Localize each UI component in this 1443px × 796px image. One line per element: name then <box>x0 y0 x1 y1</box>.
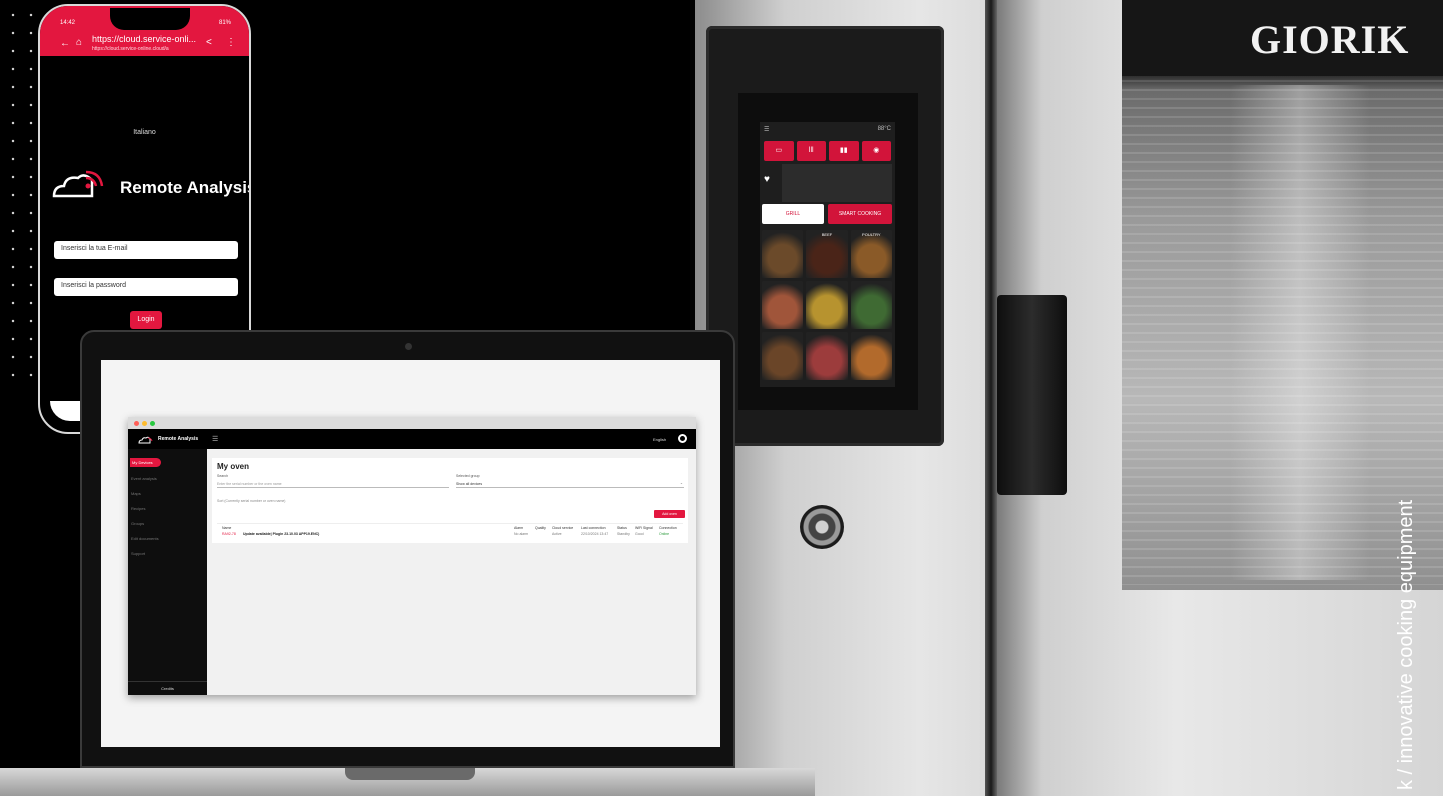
col-connection: Connection <box>659 526 677 530</box>
add-oven-button[interactable]: Add oven <box>654 510 685 518</box>
oven-connection: Online <box>659 532 670 536</box>
oven-tab-clock[interactable]: ◉ <box>861 141 891 161</box>
sidebar-credits[interactable]: Credits <box>128 681 207 695</box>
col-cloud-service: Cloud service <box>552 526 574 530</box>
oven-favourites-area <box>782 164 892 202</box>
sidebar-item-groups[interactable]: Groups <box>131 521 144 526</box>
oven-food-tile[interactable] <box>806 332 848 380</box>
oven-tab-steam[interactable]: lll <box>796 141 826 161</box>
app-topbar: Remote Analysis ☰ English <box>128 429 696 449</box>
phone-url-sub: https://cloud.service-online.cloud/a <box>92 46 169 52</box>
oven-serial[interactable]: RA92-78 <box>222 532 236 536</box>
oven-wifi-signal: Good <box>635 532 644 536</box>
oven-grill-button[interactable]: GRILL <box>762 204 824 224</box>
col-status: Status <box>617 526 627 530</box>
oven-alarm: No alarm <box>514 532 529 536</box>
oven-brand-logo: GIORIK <box>1250 17 1410 62</box>
my-oven-card: My oven Search Enter the serial number o… <box>212 458 688 543</box>
back-icon[interactable]: ← <box>60 38 70 49</box>
oven-smart-cooking-button[interactable]: SMART COOKING <box>828 204 892 224</box>
cloud-wifi-logo-icon <box>52 170 104 198</box>
app-brand: Remote Analysis <box>158 436 199 442</box>
phone-notch <box>110 8 190 30</box>
phone-app-title: Remote Analysis <box>120 178 251 197</box>
maximize-window-button[interactable] <box>150 421 155 426</box>
group-select[interactable]: Show all devices <box>456 479 684 488</box>
oven-food-tile[interactable] <box>850 332 892 380</box>
col-name: Name <box>222 526 232 530</box>
sidebar-item-maps[interactable]: Maps <box>131 491 141 496</box>
language-selector[interactable]: English <box>653 437 666 442</box>
user-account-icon[interactable] <box>678 434 687 443</box>
sidebar-item-event-analysis[interactable]: Event analysis <box>131 476 157 481</box>
laptop-camera <box>405 343 412 350</box>
oven-tab-tray[interactable]: ▭ <box>764 141 794 161</box>
col-quality: Quality <box>535 526 546 530</box>
sort-note: Sort (Currently serial number or oven na… <box>217 499 286 503</box>
oven-food-tile[interactable] <box>762 230 804 278</box>
home-icon[interactable]: ⌂ <box>76 37 82 48</box>
oven-glass-shine <box>1230 85 1370 580</box>
more-icon[interactable]: ⋮ <box>226 37 236 48</box>
phone-time: 14:42 <box>60 20 76 26</box>
col-wifi-signal: WiFi Signal <box>635 526 653 530</box>
oven-temp: 88°C <box>877 126 891 132</box>
sidebar: My Devices Event analysis Maps Recipes G… <box>128 449 207 695</box>
laptop-notch <box>345 768 475 780</box>
oven-touchscreen[interactable]: ☰ 88°C ▭ lll ▮▮ ◉ ♥ GRILL SMART COOKING … <box>760 122 895 387</box>
oven-food-tile[interactable] <box>850 281 892 329</box>
sidebar-item-support[interactable]: Support <box>131 551 145 556</box>
heart-icon[interactable]: ♥ <box>764 174 770 185</box>
oven-cloud-service: Active <box>552 532 562 536</box>
group-label: Selected group <box>456 474 480 478</box>
col-last-connection: Last connection <box>581 526 606 530</box>
share-icon[interactable]: < <box>206 37 212 48</box>
col-alarm: Alarm <box>514 526 524 530</box>
hamburger-menu-icon[interactable]: ☰ <box>212 435 218 443</box>
oven-food-label: BEEF <box>821 232 833 237</box>
phone-language-selector[interactable]: Italiano <box>40 129 249 136</box>
menu-icon[interactable]: ☰ <box>764 126 769 136</box>
oven-tab-probe[interactable]: ▮▮ <box>829 141 859 161</box>
sidebar-item-recipes[interactable]: Recipes <box>131 506 145 511</box>
dot-grid-decoration <box>0 0 40 385</box>
oven-status: Standby <box>617 532 630 536</box>
search-label: Search <box>217 474 229 478</box>
oven-food-label: POULTRY <box>862 232 881 237</box>
phone-password-field[interactable]: Inserisci la password <box>54 278 238 296</box>
page-title: My oven <box>217 462 250 471</box>
oven-food-grid: BEEF POULTRY <box>762 230 892 380</box>
oven-screen-statusbar: ☰ 88°C <box>760 122 895 140</box>
main-content: My oven Search Enter the serial number o… <box>207 449 696 695</box>
phone-login-button[interactable]: Login <box>130 311 162 329</box>
oven-food-tile[interactable]: POULTRY <box>850 230 892 278</box>
chevron-down-icon[interactable]: ⌄ <box>680 481 683 485</box>
minimize-window-button[interactable] <box>142 421 147 426</box>
oven-door-handle[interactable] <box>997 295 1067 495</box>
phone-url-bar[interactable]: https://cloud.service-onli... <box>92 34 196 44</box>
sidebar-item-edit-documents[interactable]: Edit documents <box>131 536 159 541</box>
cloud-logo-icon <box>138 436 153 444</box>
sidebar-item-my-devices[interactable]: My Devices <box>130 458 161 467</box>
phone-email-field[interactable]: Inserisci la tua E-mail <box>54 241 238 259</box>
oven-last-connection: 22/10/2024 13:47 <box>581 532 609 536</box>
search-input[interactable]: Enter the serial number or the oven name <box>217 479 449 488</box>
oven-control-knob[interactable] <box>800 505 844 549</box>
phone-battery: 81% <box>218 20 231 26</box>
oven-food-tile[interactable] <box>762 332 804 380</box>
window-titlebar <box>128 417 696 429</box>
oven-food-tile[interactable] <box>806 281 848 329</box>
oven-food-tile[interactable] <box>762 281 804 329</box>
oven-screen-tabs: ▭ lll ▮▮ ◉ <box>764 141 891 161</box>
tagline: k / innovative cooking equipment <box>1395 499 1417 790</box>
close-window-button[interactable] <box>134 421 139 426</box>
table-row[interactable]: Name RA92-78 Update available| Plugin 23… <box>217 523 683 540</box>
browser-window: Remote Analysis ☰ English My Devices Eve… <box>128 417 696 695</box>
oven-name: Update available| Plugin 23.10.03 APP19.… <box>243 532 320 536</box>
oven-food-tile[interactable]: BEEF <box>806 230 848 278</box>
oven-divider <box>985 0 997 796</box>
